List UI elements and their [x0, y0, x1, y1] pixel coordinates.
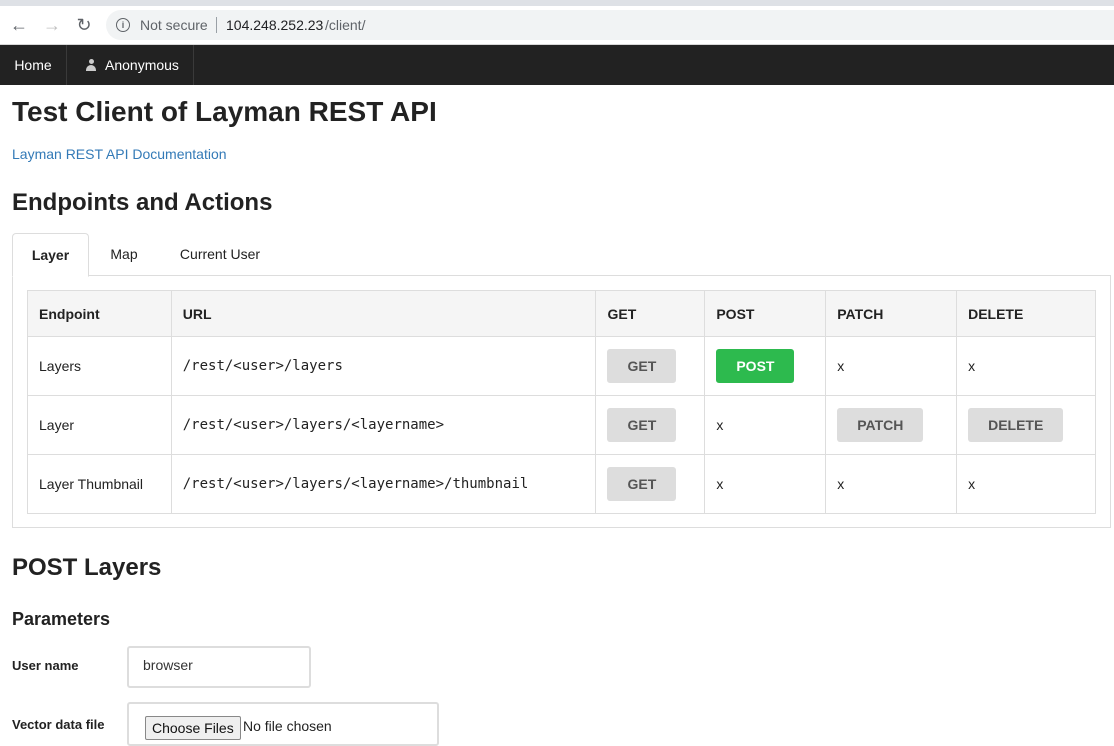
- unsupported-mark: x: [825, 336, 958, 396]
- back-icon[interactable]: ←: [8, 14, 30, 36]
- endpoint-name: Layer Thumbnail: [27, 454, 172, 514]
- column-header: URL: [170, 290, 597, 337]
- user-name-input[interactable]: [143, 648, 293, 682]
- endpoints-table: Endpoint URL GET POST PATCH DELETE Layer…: [27, 290, 1096, 514]
- endpoint-url: /rest/<user>/layers: [170, 336, 597, 396]
- unsupported-mark: x: [704, 395, 827, 455]
- column-header: PATCH: [825, 290, 958, 337]
- info-icon[interactable]: i: [116, 18, 130, 32]
- url-host[interactable]: 104.248.252.23: [226, 17, 323, 33]
- unsupported-mark: x: [956, 336, 1096, 396]
- user-icon: [86, 59, 96, 71]
- documentation-link[interactable]: Layman REST API Documentation: [12, 146, 227, 162]
- column-header: Endpoint: [27, 290, 172, 337]
- address-separator: [216, 17, 217, 33]
- no-file-label: No file chosen: [243, 718, 332, 734]
- get-layer-button[interactable]: GET: [607, 408, 677, 442]
- column-header: GET: [595, 290, 706, 337]
- browser-toolbar: ← → ↻ i Not secure 104.248.252.23 /clien…: [0, 6, 1114, 45]
- get-layers-button[interactable]: GET: [607, 349, 677, 383]
- unsupported-mark: x: [825, 454, 958, 514]
- vector-file-label: Vector data file: [12, 717, 105, 732]
- forward-icon[interactable]: →: [41, 14, 63, 36]
- parameters-heading: Parameters: [12, 609, 111, 629]
- not-secure-label[interactable]: Not secure: [140, 17, 208, 33]
- tab-map[interactable]: Map: [91, 233, 157, 275]
- endpoint-name: Layers: [27, 336, 172, 396]
- table-row: Layers /rest/<user>/layers GET POST x x: [27, 336, 1096, 396]
- url-path[interactable]: /client/: [325, 17, 365, 33]
- table-header-row: Endpoint URL GET POST PATCH DELETE: [27, 290, 1096, 337]
- endpoint-url: /rest/<user>/layers/<layername>: [170, 395, 597, 455]
- unsupported-mark: x: [704, 454, 827, 514]
- endpoint-name: Layer: [27, 395, 172, 455]
- address-bar[interactable]: i Not secure 104.248.252.23 /client/: [106, 10, 1114, 40]
- endpoint-url: /rest/<user>/layers/<layername>/thumbnai…: [170, 454, 597, 514]
- app-navbar: Home Anonymous: [0, 45, 1114, 85]
- form-title: POST Layers: [12, 554, 162, 581]
- choose-files-button[interactable]: Choose Files: [145, 716, 241, 740]
- nav-user-label: Anonymous: [105, 57, 179, 73]
- reload-icon[interactable]: ↻: [73, 14, 95, 36]
- patch-layer-button[interactable]: PATCH: [837, 408, 924, 442]
- column-header: DELETE: [956, 290, 1096, 337]
- user-name-field-wrapper: [127, 646, 311, 688]
- page-title: Test Client of Layman REST API: [12, 96, 437, 127]
- vector-file-field: Choose Files No file chosen: [127, 702, 439, 746]
- user-name-label: User name: [12, 658, 79, 673]
- nav-user-menu[interactable]: Anonymous: [67, 45, 194, 85]
- get-thumbnail-button[interactable]: GET: [607, 467, 677, 501]
- tab-current-user[interactable]: Current User: [161, 233, 279, 275]
- post-layers-button[interactable]: POST: [716, 349, 795, 383]
- table-row: Layer Thumbnail /rest/<user>/layers/<lay…: [27, 454, 1096, 514]
- table-row: Layer /rest/<user>/layers/<layername> GE…: [27, 395, 1096, 455]
- tab-layer[interactable]: Layer: [12, 233, 89, 277]
- nav-home-link[interactable]: Home: [0, 45, 67, 85]
- section-title: Endpoints and Actions: [12, 189, 273, 216]
- unsupported-mark: x: [956, 454, 1096, 514]
- column-header: POST: [704, 290, 827, 337]
- delete-layer-button[interactable]: DELETE: [968, 408, 1064, 442]
